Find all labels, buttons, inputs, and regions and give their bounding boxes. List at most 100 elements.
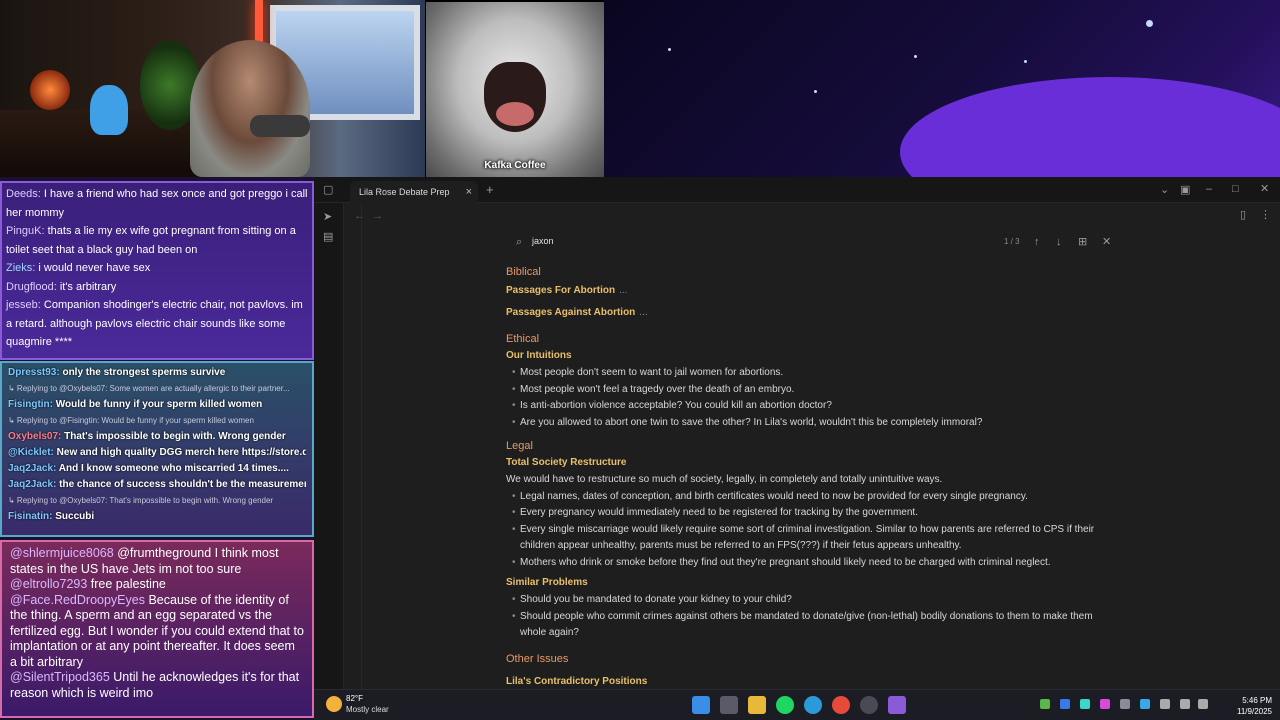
more-options-icon[interactable]: ⋮ xyxy=(1260,209,1271,221)
chat-text: Companion shodinger's electric chair, no… xyxy=(6,299,303,348)
tray-app-icon[interactable] xyxy=(1100,699,1110,709)
tray-app-icon[interactable] xyxy=(1140,699,1150,709)
chrome-icon[interactable] xyxy=(832,696,850,714)
cat-overlay: Kafka Coffee xyxy=(426,2,604,177)
webcam-microphone xyxy=(250,115,310,137)
chat-text: Would be funny if your sperm killed wome… xyxy=(55,399,263,410)
chat-text: And I know someone who miscarried 14 tim… xyxy=(58,463,289,474)
tray-app-icon[interactable] xyxy=(1160,699,1170,709)
list-item: Should you be mandated to donate your ki… xyxy=(506,592,1116,609)
chat-text: That's impossible to begin with. Wrong g… xyxy=(64,431,286,442)
clock[interactable]: 5:46 PM 11/9/2025 xyxy=(1237,695,1272,717)
heading-contradictory-positions: Lila's Contradictory Positions xyxy=(506,675,648,687)
close-icon[interactable]: × xyxy=(466,181,472,203)
tab-lila-rose-debate-prep[interactable]: Lila Rose Debate Prep × xyxy=(350,181,478,203)
find-bar: ⌕ jaxon 1 / 3 ↑ ↓ ⊞ ✕ xyxy=(510,231,1111,253)
close-search-icon[interactable]: ✕ xyxy=(1102,236,1111,248)
purple-planet xyxy=(900,77,1280,177)
chat-username: @Kicklet: xyxy=(8,447,57,458)
chat-text: Succubi xyxy=(55,511,95,522)
select-all-icon[interactable]: ⊞ xyxy=(1078,236,1087,248)
steam-icon[interactable] xyxy=(1120,699,1130,709)
chat-username: Oxybels07: xyxy=(8,431,65,442)
chat-text: only the strongest sperms survive xyxy=(62,367,226,378)
task-view-icon[interactable] xyxy=(720,696,738,714)
heading-passages-against[interactable]: › Passages Against Abortion... xyxy=(506,302,1116,324)
sidebar-right-icon[interactable]: ▣ xyxy=(1180,184,1190,196)
tray-app-icon[interactable] xyxy=(1080,699,1090,709)
back-arrow-icon[interactable]: ← xyxy=(354,210,365,222)
chat-username: jesseb: xyxy=(6,299,44,311)
taskbar: 82°F Mostly clear 5:46 PM 11/9/2025 xyxy=(314,689,1280,720)
spotify-icon[interactable] xyxy=(776,696,794,714)
obsidian-window: ▢ Lila Rose Debate Prep × + ⌄ ▣ – □ ✕ ➤ … xyxy=(314,177,1280,689)
minimize-icon[interactable]: – xyxy=(1206,183,1212,195)
similar-list: Should you be mandated to donate your ki… xyxy=(506,592,1116,642)
restructure-intro: We would have to restructure so much of … xyxy=(506,474,943,485)
search-query[interactable]: jaxon xyxy=(532,236,554,246)
screen: Kafka Coffee Deeds: I have a friend who … xyxy=(0,0,1280,720)
heading-passages-for[interactable]: › Passages For Abortion... xyxy=(506,280,1116,302)
window-close-icon[interactable]: ✕ xyxy=(1260,183,1269,195)
cat-tongue xyxy=(496,102,534,126)
chat-username: @SilentTripod365 xyxy=(10,670,114,684)
chat-message: Fisingtin: Would be funny if your sperm … xyxy=(8,397,306,413)
chat-message: Jaq2Jack: And I know someone who miscarr… xyxy=(8,461,306,477)
pages-icon[interactable]: ▤ xyxy=(323,231,333,243)
chat-username: Deeds: xyxy=(6,188,44,200)
tray-app-icon[interactable] xyxy=(1040,699,1050,709)
chat-username: Drugflood: xyxy=(6,280,60,293)
chat-text: it's arbitrary xyxy=(59,280,117,293)
weather-temp: 82°F xyxy=(346,694,363,703)
next-match-icon[interactable]: ↓ xyxy=(1056,236,1062,248)
chat-username: Fisinatin: xyxy=(8,511,56,522)
chat-message: Fisinatin: Succubi xyxy=(8,509,306,525)
chat-panel-top: Deeds: I have a friend who had sex once … xyxy=(0,181,314,360)
previous-match-icon[interactable]: ↑ xyxy=(1034,236,1040,248)
reading-view-icon[interactable]: ▯ xyxy=(1240,209,1246,221)
chat-username: Jaq2Jack: xyxy=(8,463,59,474)
start-icon[interactable] xyxy=(692,696,710,714)
chat-username: Jaq2Jack: xyxy=(8,479,60,490)
edge-icon[interactable] xyxy=(804,696,822,714)
obsidian-icon[interactable] xyxy=(888,696,906,714)
chat-text: I have a friend who had sex once and got… xyxy=(6,188,308,219)
chat-message: Deeds: I have a friend who had sex once … xyxy=(6,185,308,222)
webcam-lamp xyxy=(30,70,70,110)
ribbon: ➤ ▤ xyxy=(314,203,344,689)
heading-total-society-restructure: Total Society Restructure xyxy=(506,457,627,468)
search-input[interactable]: ⌕ jaxon 1 / 3 xyxy=(510,231,1024,253)
weather-condition: Mostly clear xyxy=(346,705,389,714)
chat-message: @shlermjuice8068 @frumtheground I think … xyxy=(10,546,304,577)
volume-icon[interactable] xyxy=(1198,699,1208,709)
heading-our-intuitions: Our Intuitions xyxy=(506,350,572,361)
chat-username: Dpresst93: xyxy=(8,367,63,378)
chat-reply-context: ↳ Replying to @Oxybels07: That's impossi… xyxy=(8,496,274,505)
tray-app-icon[interactable] xyxy=(1060,699,1070,709)
chat-username: @shlermjuice8068 xyxy=(10,546,118,560)
clock-date: 11/9/2025 xyxy=(1237,707,1272,716)
forward-arrow-icon[interactable]: → xyxy=(372,210,383,222)
chat-message: Oxybels07: That's impossible to begin wi… xyxy=(8,429,306,445)
heading-biblical: Biblical xyxy=(506,266,541,278)
chat-message: @eltrollo7293 free palestine xyxy=(10,577,304,593)
obs-icon[interactable] xyxy=(860,696,878,714)
chat-text: New and high quality DGG merch here http… xyxy=(56,447,306,458)
chat-panel-bottom: @shlermjuice8068 @frumtheground I think … xyxy=(0,540,314,718)
chevron-down-icon[interactable]: ⌄ xyxy=(1160,184,1169,196)
send-icon[interactable]: ➤ xyxy=(323,211,332,223)
list-item: Most people won't feel a tragedy over th… xyxy=(506,382,1116,399)
sidebar-toggle-icon[interactable]: ▢ xyxy=(323,184,333,196)
heading-other-issues: Other Issues xyxy=(506,652,569,665)
chat-message: @Kicklet: New and high quality DGG merch… xyxy=(8,445,306,461)
list-item: Are you allowed to abort one twin to sav… xyxy=(506,415,1116,432)
chat-username: Fisingtin: xyxy=(8,399,56,410)
chat-text: the chance of success shouldn't be the m… xyxy=(59,479,306,490)
maximize-icon[interactable]: □ xyxy=(1232,183,1239,195)
file-explorer-icon[interactable] xyxy=(748,696,766,714)
chat-text: free palestine xyxy=(90,577,166,591)
new-tab-icon[interactable]: + xyxy=(486,183,494,196)
webcam-streamer xyxy=(190,40,310,177)
chat-message: Dpresst93: only the strongest sperms sur… xyxy=(8,365,306,381)
network-icon[interactable] xyxy=(1180,699,1190,709)
